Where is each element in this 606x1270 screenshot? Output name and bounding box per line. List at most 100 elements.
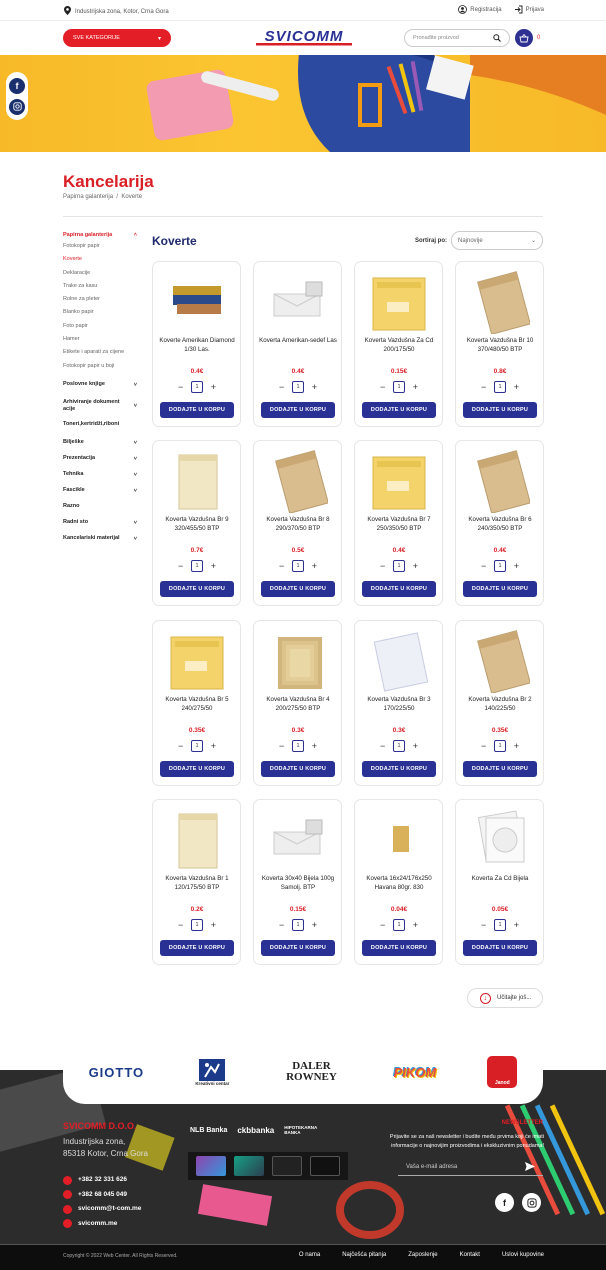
brand-janod[interactable]: Janod [487, 1056, 518, 1088]
search-input[interactable]: Pronađite proizvod [404, 29, 510, 47]
sidebar-category[interactable]: Bilješke ˅ [63, 439, 137, 447]
product-image[interactable] [268, 627, 328, 693]
plus-icon[interactable]: + [514, 561, 519, 571]
plus-icon[interactable]: + [211, 382, 216, 392]
quantity-input[interactable]: 1 [393, 560, 405, 572]
product-name[interactable]: Koverta Vazdušna Br 3 170/225/50 [359, 696, 439, 713]
plus-icon[interactable]: + [413, 741, 418, 751]
product-name[interactable]: Koverta Vazdušna Br 6 240/350/50 BTP [460, 516, 540, 533]
product-image[interactable] [268, 268, 328, 334]
sidebar-subitem[interactable]: Etikete i aparati za cijene [63, 346, 137, 359]
product-image[interactable] [369, 806, 429, 872]
product-name[interactable]: Koverta Vazdušna Br 1 120/175/50 BTP [157, 875, 237, 892]
product-image[interactable] [268, 806, 328, 872]
product-card[interactable]: Koverta 16x24/176x250 Havana 80gr. 830 0.… [354, 799, 443, 965]
product-card[interactable]: Koverta Vazdušna Br 9 320/455/50 BTP 0.7€… [152, 440, 241, 606]
quantity-input[interactable]: 1 [393, 381, 405, 393]
brand-giotto[interactable]: GIOTTO [89, 1065, 145, 1080]
footer-link-faq[interactable]: Najčešća pitanja [342, 1252, 386, 1258]
minus-icon[interactable]: − [380, 382, 385, 392]
sidebar-subitem[interactable]: Blanko papir [63, 306, 137, 319]
quantity-input[interactable]: 1 [494, 381, 506, 393]
sidebar-category[interactable]: Arhiviranje dokument acije ˅ [63, 399, 137, 413]
sidebar-subitem[interactable]: Trake za kasu [63, 280, 137, 293]
minus-icon[interactable]: − [178, 382, 183, 392]
instagram-icon[interactable] [9, 98, 25, 115]
add-to-cart-button[interactable]: DODAJTE U KORPU [463, 940, 537, 956]
add-to-cart-button[interactable]: DODAJTE U KORPU [160, 940, 234, 956]
plus-icon[interactable]: + [211, 561, 216, 571]
all-categories-button[interactable]: SVE KATEGORIJE ▾ [63, 29, 171, 47]
minus-icon[interactable]: − [178, 741, 183, 751]
footer-website[interactable]: svicomm.me [63, 1217, 141, 1232]
footer-link-uslovi[interactable]: Uslovi kupovine [502, 1252, 544, 1258]
add-to-cart-button[interactable]: DODAJTE U KORPU [463, 581, 537, 597]
search-icon[interactable] [493, 34, 501, 42]
add-to-cart-button[interactable]: DODAJTE U KORPU [160, 581, 234, 597]
footer-phone-1[interactable]: +382 32 331 626 [63, 1173, 141, 1188]
product-card[interactable]: Koverta Vazdušna Br 10 370/480/50 BTP 0.8… [455, 261, 544, 427]
sidebar-subitem[interactable]: Foto papir [63, 320, 137, 333]
product-image[interactable] [167, 268, 227, 334]
minus-icon[interactable]: − [279, 741, 284, 751]
quantity-input[interactable]: 1 [494, 560, 506, 572]
minus-icon[interactable]: − [380, 741, 385, 751]
brand-pikom[interactable]: PIKOM [394, 1065, 437, 1080]
product-name[interactable]: Koverta Vazdušna Br 9 320/455/50 BTP [157, 516, 237, 533]
minus-icon[interactable]: − [178, 561, 183, 571]
sidebar-subitem[interactable]: Rolne za pleter [63, 293, 137, 306]
footer-link-o-nama[interactable]: O nama [299, 1252, 320, 1258]
quantity-input[interactable]: 1 [292, 560, 304, 572]
sidebar-category[interactable]: Poslovne knjige ˅ [63, 381, 137, 389]
product-card[interactable]: Koverta Vazdušna Br 6 240/350/50 BTP 0.4€… [455, 440, 544, 606]
product-image[interactable] [369, 268, 429, 334]
plus-icon[interactable]: + [312, 741, 317, 751]
sidebar-category[interactable]: Toneri,kertridži,riboni [63, 421, 137, 429]
minus-icon[interactable]: − [380, 561, 385, 571]
product-image[interactable] [369, 447, 429, 513]
quantity-input[interactable]: 1 [393, 740, 405, 752]
plus-icon[interactable]: + [211, 741, 216, 751]
quantity-input[interactable]: 1 [191, 919, 203, 931]
product-card[interactable]: Koverta Vazdušna Br 1 120/175/50 BTP 0.2€… [152, 799, 241, 965]
add-to-cart-button[interactable]: DODAJTE U KORPU [261, 581, 335, 597]
product-name[interactable]: Koverta Vazdušna Br 10 370/480/50 BTP [460, 337, 540, 354]
product-name[interactable]: Koverta Amerikan-sedef Las [258, 337, 338, 346]
product-image[interactable] [369, 627, 429, 693]
product-image[interactable] [167, 627, 227, 693]
minus-icon[interactable]: − [279, 561, 284, 571]
brand-daler-rowney[interactable]: DALER ROWNEY [280, 1061, 342, 1083]
footer-phone-2[interactable]: +382 68 045 049 [63, 1188, 141, 1203]
product-name[interactable]: Koverta Vazdušna Br 5 240/275/50 [157, 696, 237, 713]
add-to-cart-button[interactable]: DODAJTE U KORPU [463, 402, 537, 418]
plus-icon[interactable]: + [514, 741, 519, 751]
sidebar-category[interactable]: Razno [63, 503, 137, 511]
product-card[interactable]: Koverta Vazdušna Br 8 290/370/50 BTP 0.5€… [253, 440, 342, 606]
add-to-cart-button[interactable]: DODAJTE U KORPU [261, 761, 335, 777]
quantity-input[interactable]: 1 [191, 560, 203, 572]
product-name[interactable]: Koverta 30x40 Bijela 100g Samolj. BTP [258, 875, 338, 892]
plus-icon[interactable]: + [312, 382, 317, 392]
sidebar-category[interactable]: Fascikle ˅ [63, 487, 137, 495]
add-to-cart-button[interactable]: DODAJTE U KORPU [362, 402, 436, 418]
send-icon[interactable] [525, 1162, 535, 1171]
add-to-cart-button[interactable]: DODAJTE U KORPU [463, 761, 537, 777]
sidebar-subitem[interactable]: Fotokopir papir u boji [63, 360, 137, 373]
sidebar-subitem[interactable]: Fotokopir papir [63, 240, 137, 253]
product-card[interactable]: Koverta 30x40 Bijela 100g Samolj. BTP 0.1… [253, 799, 342, 965]
sidebar-category[interactable]: Radni sto ˅ [63, 519, 137, 527]
login-link[interactable]: Prijava [514, 5, 544, 14]
quantity-input[interactable]: 1 [393, 919, 405, 931]
product-name[interactable]: Koverta Vazdušna Br 2 140/225/50 [460, 696, 540, 713]
sidebar-subitem[interactable]: Koverte [63, 253, 137, 266]
sidebar-category[interactable]: Prezentacija ˅ [63, 455, 137, 463]
plus-icon[interactable]: + [413, 561, 418, 571]
product-name[interactable]: Koverta Vazdušna Br 8 290/370/50 BTP [258, 516, 338, 533]
facebook-icon[interactable]: f [9, 77, 25, 94]
product-name[interactable]: Koverta Vazdušna Za Cd 200/175/50 [359, 337, 439, 354]
plus-icon[interactable]: + [413, 920, 418, 930]
product-name[interactable]: Koverte Amerikan Diamond 1/30 Las. [157, 337, 237, 354]
product-image[interactable] [470, 447, 530, 513]
add-to-cart-button[interactable]: DODAJTE U KORPU [261, 402, 335, 418]
minus-icon[interactable]: − [481, 920, 486, 930]
